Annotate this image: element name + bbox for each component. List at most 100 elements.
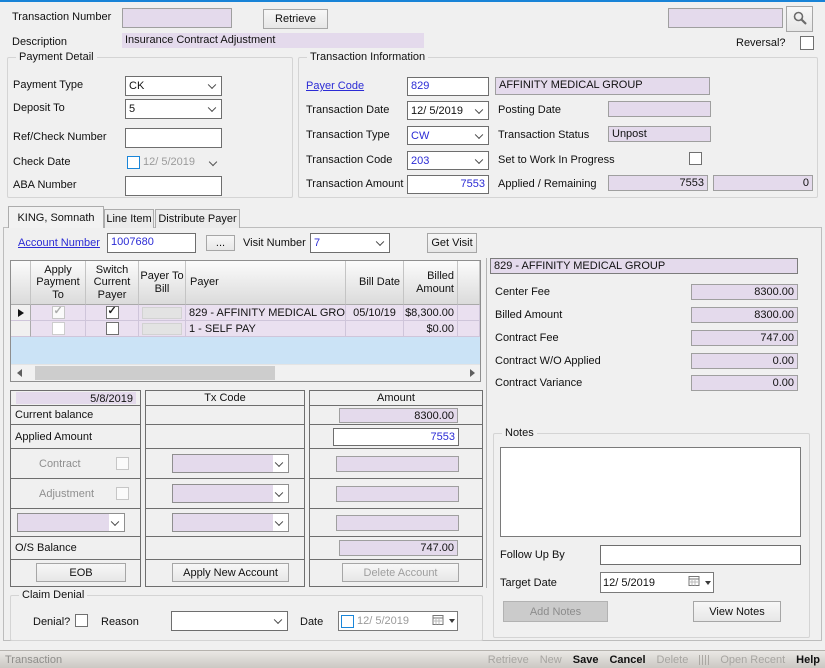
delete-account-button: Delete Account (342, 563, 459, 582)
contract-label: Contract (39, 458, 81, 470)
applied-remaining-label: Applied / Remaining (498, 178, 596, 190)
payer-grid-row-2[interactable]: 1 - SELF PAY $0.00 (11, 321, 480, 337)
payer-cell[interactable]: 829 - AFFINITY MEDICAL GRO (186, 305, 346, 321)
payer-to-bill-cell[interactable] (139, 305, 186, 321)
target-date-picker[interactable]: 12/ 5/2019 (600, 572, 714, 593)
follow-up-by-label: Follow Up By (500, 549, 565, 561)
grid-empty-area (11, 337, 480, 364)
payer-grid-row-1[interactable]: 829 - AFFINITY MEDICAL GRO 05/10/19 $8,3… (11, 305, 480, 321)
scroll-right-button[interactable] (464, 365, 480, 381)
payer-grid-header: Apply Payment To Switch Current Payer Pa… (11, 261, 480, 305)
search-button[interactable] (786, 6, 813, 32)
notes-textarea[interactable] (500, 447, 801, 537)
amount-header: Amount (310, 391, 482, 405)
remaining-amount-field: 0 (713, 175, 813, 191)
status-cancel-command[interactable]: Cancel (609, 654, 645, 666)
deposit-to-label: Deposit To (13, 102, 65, 114)
reversal-label: Reversal? (736, 37, 786, 49)
check-date-label: Check Date (13, 156, 70, 168)
transaction-type-select[interactable]: CW (407, 126, 489, 145)
visit-number-select[interactable]: 7 (310, 233, 390, 253)
clipped-cell (458, 321, 480, 337)
get-visit-button[interactable]: Get Visit (427, 233, 477, 253)
status-commands: Retrieve New Save Cancel Delete Open Rec… (488, 654, 825, 666)
payer-code-link[interactable]: Payer Code (306, 80, 364, 92)
col-apply-payment-to[interactable]: Apply Payment To (31, 261, 86, 305)
center-fee-value: 8300.00 (691, 284, 798, 300)
billed-amount-cell[interactable]: $0.00 (404, 321, 458, 337)
denial-date-checkbox[interactable] (341, 615, 354, 628)
applied-amount-label: Applied Amount (15, 431, 92, 443)
switch-payer-cell[interactable] (86, 305, 139, 321)
denial-date-picker[interactable]: 12/ 5/2019 (338, 611, 458, 631)
retrieve-button[interactable]: Retrieve (263, 9, 328, 29)
ref-check-number-input[interactable] (125, 128, 222, 148)
transaction-amount-label: Transaction Amount (306, 178, 403, 190)
switch-payer-cell[interactable] (86, 321, 139, 337)
switch-payer-checkbox[interactable] (106, 322, 119, 335)
extra-txcode-select (172, 513, 289, 532)
reason-label: Reason (101, 616, 139, 628)
scroll-left-button[interactable] (11, 365, 27, 381)
follow-up-by-input[interactable] (600, 545, 801, 565)
reversal-checkbox[interactable] (800, 36, 814, 50)
visit-date-header-row: 5/8/2019 (11, 391, 140, 406)
posting-date-label: Posting Date (498, 104, 561, 116)
payer-to-bill-box[interactable] (142, 307, 182, 319)
ref-check-number-label: Ref/Check Number (13, 131, 107, 143)
tab-patient[interactable]: KING, Somnath (8, 206, 104, 228)
grid-horizontal-scrollbar[interactable] (11, 364, 480, 381)
billed-amount-cell[interactable]: $8,300.00 (404, 305, 458, 321)
scrollbar-thumb[interactable] (35, 366, 275, 380)
denial-checkbox[interactable] (75, 614, 88, 627)
col-bill-date[interactable]: Bill Date (346, 261, 404, 305)
payment-type-select[interactable]: CK (125, 76, 222, 96)
applied-amount-input[interactable]: 7553 (333, 428, 459, 446)
eob-button[interactable]: EOB (36, 563, 126, 582)
current-balance-label: Current balance (15, 409, 93, 421)
account-lookup-button[interactable]: ... (206, 235, 235, 251)
bill-date-cell[interactable] (346, 321, 404, 337)
status-help-command[interactable]: Help (796, 654, 820, 666)
transaction-amount-input[interactable]: 7553 (407, 175, 489, 194)
transaction-status-field: Unpost (608, 126, 711, 142)
tab-line-item[interactable]: Line Item (104, 209, 154, 228)
apply-new-account-button[interactable]: Apply New Account (172, 563, 289, 582)
row-selector-cell[interactable] (11, 321, 31, 337)
contract-fee-value: 747.00 (691, 330, 798, 346)
col-payer[interactable]: Payer (186, 261, 346, 305)
payer-code-input[interactable]: 829 (407, 77, 489, 96)
aba-number-input[interactable] (125, 176, 222, 196)
transaction-date-picker[interactable]: 12/ 5/2019 (407, 101, 489, 120)
apply-payment-cell[interactable] (31, 321, 86, 337)
account-number-link[interactable]: Account Number (18, 237, 100, 249)
contract-variance-value: 0.00 (691, 375, 798, 391)
status-bar: Transaction Retrieve New Save Cancel Del… (0, 650, 825, 668)
check-date-picker[interactable]: 12/ 5/2019 (125, 153, 222, 171)
col-billed-amount[interactable]: Billed Amount (404, 261, 458, 305)
view-notes-button[interactable]: View Notes (693, 601, 781, 622)
deposit-to-select[interactable]: 5 (125, 99, 222, 119)
payer-to-bill-box[interactable] (142, 323, 182, 335)
billed-amount-label: Billed Amount (495, 309, 562, 321)
apply-payment-checkbox[interactable] (52, 322, 65, 335)
adjustment-checkbox (116, 487, 129, 500)
check-date-checkbox[interactable] (127, 156, 140, 169)
adjustment-label: Adjustment (39, 488, 94, 500)
bill-date-cell[interactable]: 05/10/19 (346, 305, 404, 321)
row-selector-cell[interactable] (11, 305, 31, 321)
col-payer-to-bill[interactable]: Payer To Bill (139, 261, 186, 305)
status-save-command[interactable]: Save (573, 654, 599, 666)
denial-reason-select[interactable] (171, 611, 288, 631)
switch-payer-checkbox[interactable] (106, 306, 119, 319)
tab-distribute-payer[interactable]: Distribute Payer (155, 209, 240, 228)
transaction-code-select[interactable]: 203 (407, 151, 489, 170)
account-number-input[interactable]: 1007680 (107, 233, 196, 253)
col-switch-current-payer[interactable]: Switch Current Payer (86, 261, 139, 305)
work-in-progress-checkbox[interactable] (689, 152, 702, 165)
payer-cell[interactable]: 1 - SELF PAY (186, 321, 346, 337)
payer-to-bill-cell[interactable] (139, 321, 186, 337)
work-in-progress-label: Set to Work In Progress (498, 154, 615, 166)
calendar-dropdown-icon (449, 619, 455, 623)
adjustment-txcode-select (172, 484, 289, 503)
